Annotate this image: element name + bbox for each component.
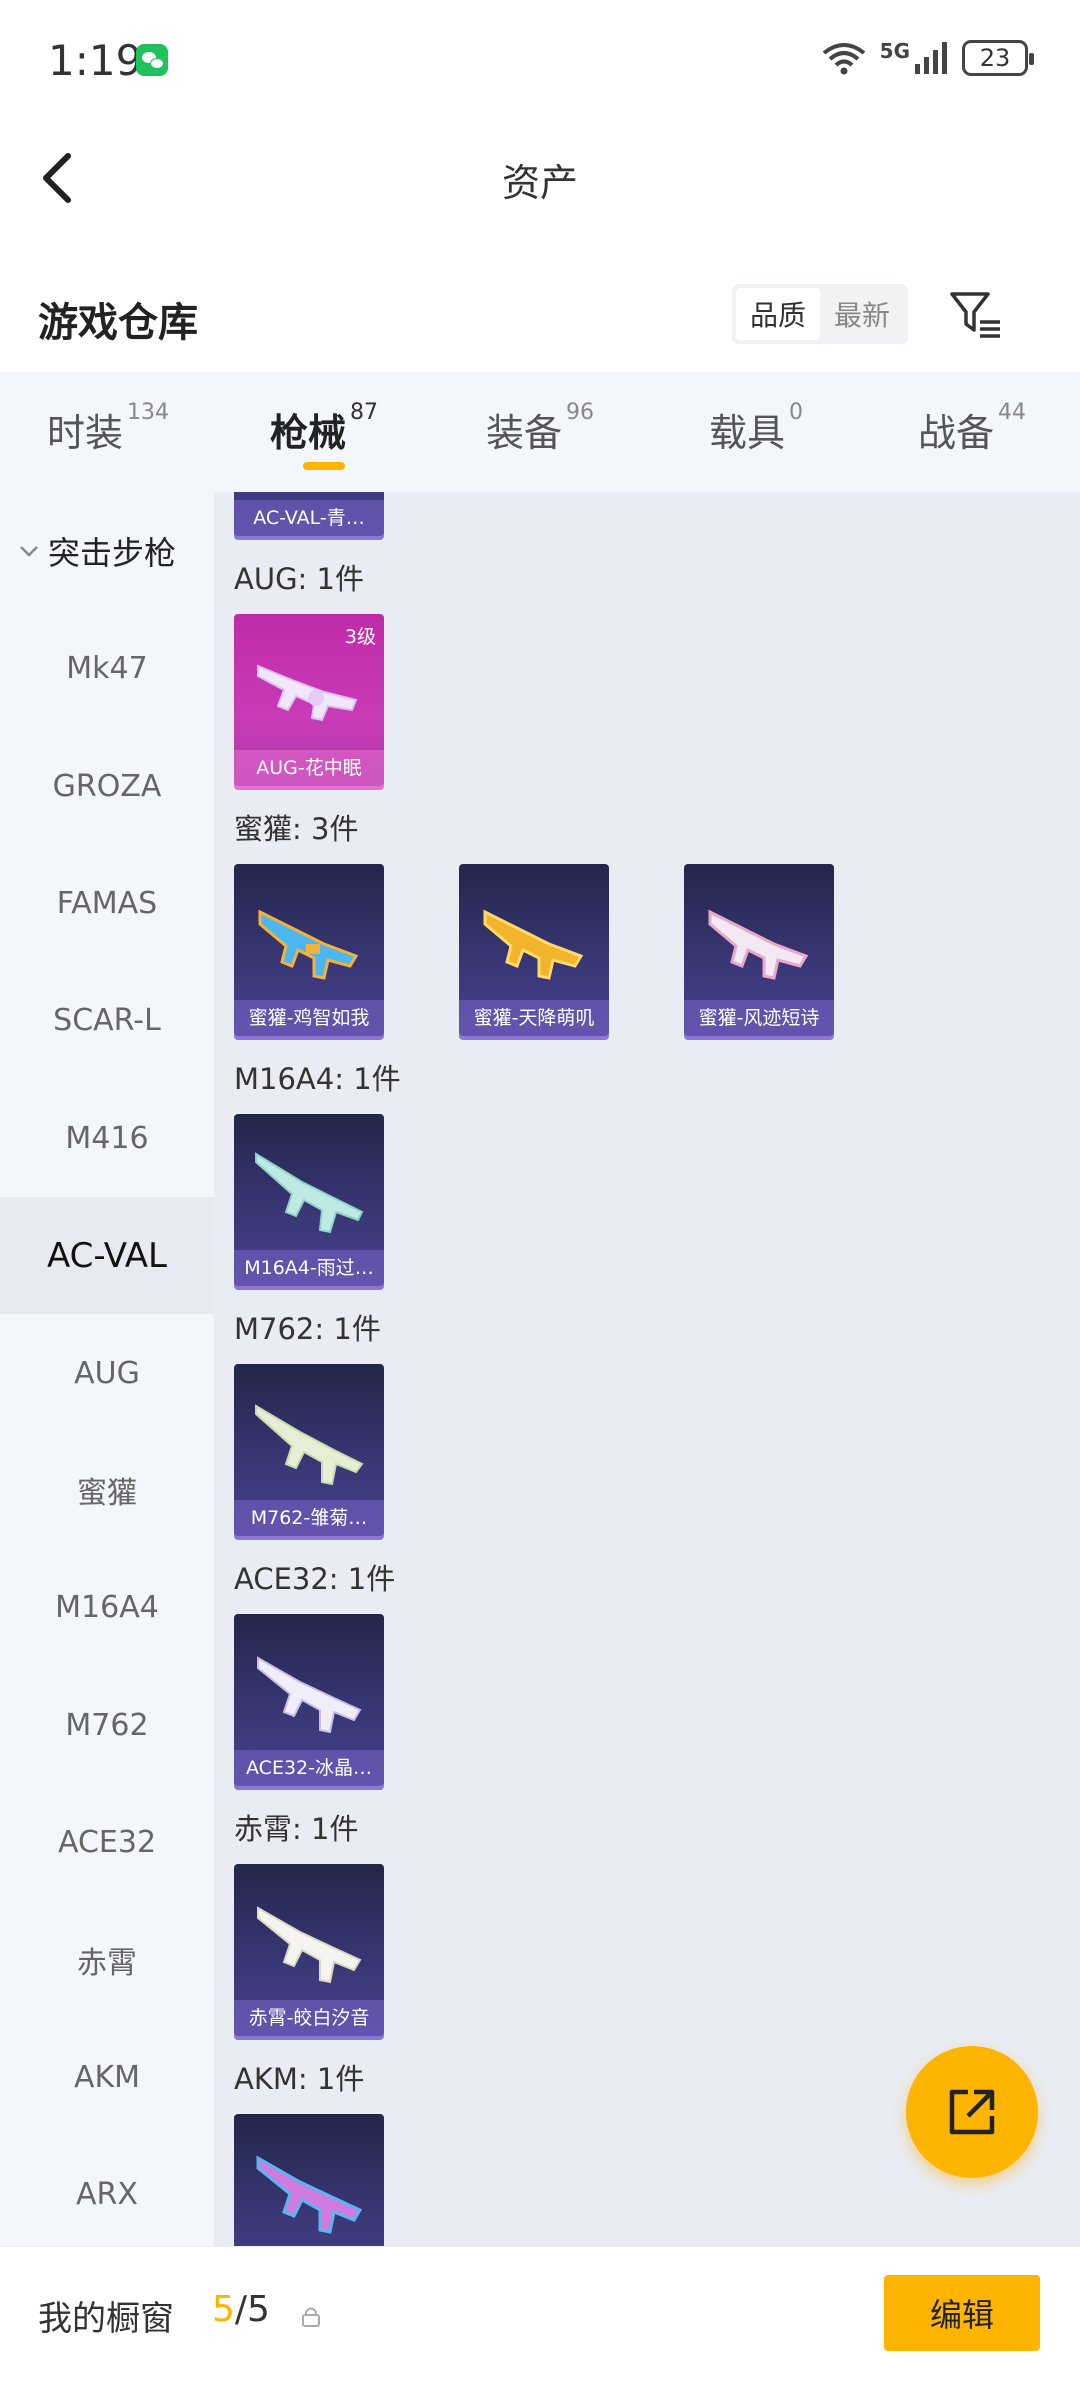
warehouse-header: 游戏仓库 品质 最新	[0, 260, 1080, 370]
skin-card[interactable]: 蜜獾-风迹短诗	[684, 864, 834, 1036]
showcase-quota: 5/5	[212, 2289, 270, 2330]
wifi-icon	[822, 43, 865, 75]
sort-toggle: 品质 最新	[732, 284, 908, 344]
share-button[interactable]	[906, 2046, 1038, 2178]
skin-card[interactable]: 蜜獾-天降萌叽	[459, 864, 609, 1036]
sidebar-group-label: 突击步枪	[48, 534, 177, 572]
bottom-bar: 我的橱窗 5/5 编辑	[0, 2246, 1080, 2381]
sidebar-item[interactable]: M762	[0, 1667, 214, 1784]
sidebar-item[interactable]: GROZA	[0, 727, 214, 844]
group-label: 赤霄: 1件	[234, 1812, 359, 1846]
tab-count: 87	[350, 400, 378, 425]
skin-card[interactable]: 蜜獾-鸡智如我	[234, 864, 384, 1036]
lock-icon	[302, 2307, 320, 2327]
tab-label: 载具	[708, 411, 785, 455]
rifle-icon	[708, 909, 809, 980]
category-tabs: 时装 134 枪械 87 装备 96 载具 0 战备 44	[0, 372, 1080, 492]
tab-count: 96	[566, 400, 594, 425]
sidebar-item[interactable]: 赤霄	[0, 1901, 214, 2018]
rifle-icon	[257, 1906, 362, 1984]
sort-newest-button[interactable]: 最新	[820, 288, 904, 340]
weapon-sidebar: 突击步枪 Mk47 GROZA FAMAS SCAR-L M416 AC-VAL…	[0, 492, 214, 2246]
rifle-icon	[256, 2155, 363, 2234]
sidebar-item[interactable]: ARX	[0, 2136, 214, 2246]
skin-name: ACE32-冰晶…	[234, 1750, 384, 1786]
sidebar-group-assault-rifles[interactable]: 突击步枪	[0, 492, 214, 610]
sidebar-item[interactable]: SCAR-L	[0, 962, 214, 1079]
sidebar-item[interactable]: AKM	[0, 2019, 214, 2136]
showcase-label: 我的橱窗	[38, 2299, 174, 2339]
tab-equipment[interactable]: 装备 96	[432, 372, 648, 492]
skin-card[interactable]	[234, 2114, 384, 2246]
tab-supplies[interactable]: 战备 44	[864, 372, 1080, 492]
skin-name: 蜜獾-风迹短诗	[684, 1000, 834, 1036]
sidebar-item[interactable]: ACE32	[0, 1784, 214, 1901]
sidebar-item[interactable]: 蜜獾	[0, 1432, 214, 1549]
skin-name: AUG-花中眠	[234, 750, 384, 786]
skin-name: AC-VAL-青…	[234, 500, 384, 536]
status-time: 1:19	[48, 36, 143, 85]
sidebar-item[interactable]: Mk47	[0, 610, 214, 727]
tab-count: 134	[127, 400, 169, 425]
sidebar-item[interactable]: M16A4	[0, 1549, 214, 1666]
tab-label: 枪械	[269, 411, 346, 455]
showcase-total: /5	[234, 2289, 270, 2330]
skin-name: 蜜獾-鸡智如我	[234, 1000, 384, 1036]
tab-count: 0	[789, 400, 803, 425]
share-icon	[949, 2089, 995, 2135]
nav-bar: 资产	[0, 130, 1080, 222]
edit-button[interactable]: 编辑	[884, 2275, 1040, 2351]
status-icons: 5G 23	[822, 39, 1034, 76]
signal-icon	[915, 42, 947, 74]
rifle-icon	[255, 1404, 364, 1486]
skin-card[interactable]: M762-雏菊…	[234, 1364, 384, 1536]
sidebar-item[interactable]: M416	[0, 1080, 214, 1197]
rifle-icon	[258, 909, 359, 980]
tab-label: 战备	[917, 411, 994, 455]
showcase-current: 5	[212, 2289, 235, 2330]
skin-card[interactable]: AC-VAL-青…	[234, 492, 384, 536]
battery-icon: 23	[962, 40, 1034, 76]
tab-label: 时装	[46, 411, 123, 455]
network-label: 5G	[879, 39, 910, 63]
tab-label: 装备	[485, 411, 562, 455]
skin-card[interactable]: ACE32-冰晶…	[234, 1614, 384, 1786]
skin-name: M16A4-雨过…	[234, 1250, 384, 1286]
tab-count: 44	[998, 400, 1026, 425]
group-label: AUG: 1件	[234, 562, 364, 596]
skin-card[interactable]: 赤霄-皎白汐音	[234, 1864, 384, 2036]
group-label: ACE32: 1件	[234, 1562, 396, 1596]
wechat-icon	[136, 44, 168, 76]
group-label: 蜜獾: 3件	[234, 812, 359, 846]
tab-firearms[interactable]: 枪械 87	[216, 372, 432, 492]
page-title: 资产	[501, 161, 578, 205]
status-bar: 1:19 5G 23	[0, 0, 1080, 130]
filter-icon[interactable]	[948, 286, 1004, 342]
skin-name: 赤霄-皎白汐音	[234, 2000, 384, 2036]
sort-quality-button[interactable]: 品质	[736, 288, 820, 340]
sidebar-item[interactable]: AUG	[0, 1314, 214, 1431]
skin-name: 蜜獾-天降萌叽	[459, 1000, 609, 1036]
skin-list: AC-VAL-青… AUG: 1件 3级 AUG-花中眠 蜜獾: 3件 蜜獾-鸡…	[214, 492, 1080, 2246]
skin-card[interactable]: M16A4-雨过…	[234, 1114, 384, 1286]
sidebar-item[interactable]: FAMAS	[0, 845, 214, 962]
sidebar-item-active[interactable]: AC-VAL	[0, 1196, 214, 1315]
rifle-icon	[255, 1152, 364, 1234]
warehouse-title: 游戏仓库	[38, 300, 198, 346]
group-label: AKM: 1件	[234, 2062, 365, 2096]
rifle-icon	[483, 909, 584, 980]
skin-name: M762-雏菊…	[234, 1500, 384, 1536]
chevron-down-icon	[20, 546, 38, 557]
tab-vehicles[interactable]: 载具 0	[648, 372, 864, 492]
group-label: M762: 1件	[234, 1312, 381, 1346]
skin-card[interactable]: 3级 AUG-花中眠	[234, 614, 384, 786]
tab-fashion[interactable]: 时装 134	[0, 372, 216, 492]
group-label: M16A4: 1件	[234, 1062, 401, 1096]
rifle-icon	[257, 1656, 362, 1734]
rifle-icon	[257, 664, 358, 722]
